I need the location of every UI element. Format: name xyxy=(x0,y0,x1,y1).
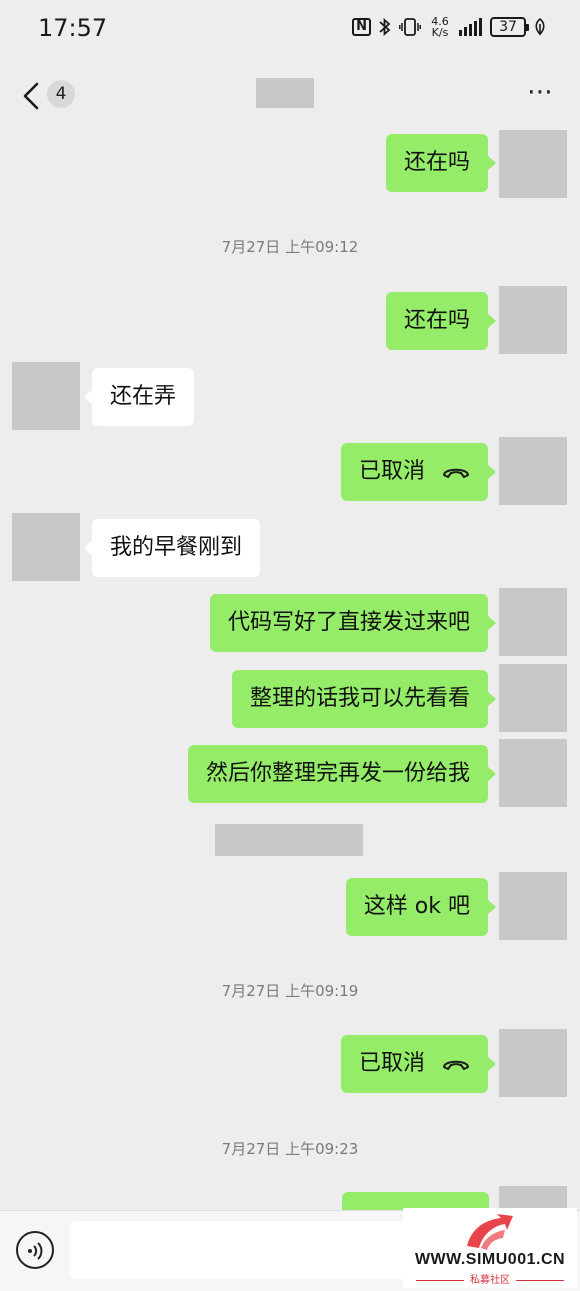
my-avatar[interactable] xyxy=(499,664,567,732)
timestamp: 7月27日 上午09:19 xyxy=(221,982,359,1000)
voice-icon xyxy=(28,1242,43,1260)
my-avatar[interactable] xyxy=(499,1029,567,1097)
call-cancelled-bubble[interactable]: 已取消 xyxy=(340,1035,497,1093)
message-bubble-outgoing[interactable]: 然后你整理完再发一份给我 xyxy=(187,745,497,803)
message-bubble-outgoing[interactable]: 这样 ok 吧 xyxy=(345,878,497,936)
watermark-subtitle: 私募社区 xyxy=(403,1271,577,1286)
message-bubble-outgoing[interactable]: 代码写好了直接发过来吧 xyxy=(209,594,497,652)
my-avatar[interactable] xyxy=(499,130,567,198)
my-avatar[interactable] xyxy=(499,588,567,656)
message-bubble-incoming[interactable]: 还在弄 xyxy=(83,368,195,426)
vibrate-icon xyxy=(399,18,421,36)
network-speed: 4.6 K/s xyxy=(429,16,451,38)
contact-avatar[interactable] xyxy=(12,513,80,581)
nfc-icon: N xyxy=(352,18,371,36)
status-time: 17:57 xyxy=(38,14,108,42)
chevron-left-icon xyxy=(23,82,39,110)
my-avatar[interactable] xyxy=(499,1186,567,1210)
message-bubble-outgoing[interactable]: 还在吗 xyxy=(385,134,497,192)
message-list[interactable]: 还在吗 7月27日 上午09:12 还在吗 还在弄 已取消 我的早餐刚到 代码写… xyxy=(0,130,580,1210)
system-notice-redacted xyxy=(215,824,363,856)
message-bubble-outgoing[interactable]: 还在吗 xyxy=(385,292,497,350)
timestamp: 7月27日 上午09:12 xyxy=(221,238,359,256)
chat-header: 4 ⋯ xyxy=(0,60,580,130)
more-options-button[interactable]: ⋯ xyxy=(527,79,554,105)
bluetooth-icon xyxy=(379,17,391,37)
call-status-text: 已取消 xyxy=(358,1051,425,1076)
my-avatar[interactable] xyxy=(499,739,567,807)
battery-icon: 37 xyxy=(490,17,529,37)
signal-icon xyxy=(459,18,482,36)
message-input[interactable] xyxy=(70,1221,420,1279)
status-icons: N 4.6 K/s 37 xyxy=(352,16,546,38)
voice-input-button[interactable] xyxy=(16,1231,54,1269)
unread-count-badge: 4 xyxy=(47,80,75,108)
hangup-icon xyxy=(443,1060,469,1070)
watermark-site: WWW.SIMU001.CN xyxy=(414,1251,566,1268)
timestamp: 7月27日 上午09:23 xyxy=(221,1140,359,1158)
back-button[interactable] xyxy=(18,80,46,112)
watermark-logo xyxy=(467,1214,513,1250)
call-cancelled-bubble[interactable]: 已取消 xyxy=(340,443,497,501)
my-avatar[interactable] xyxy=(499,286,567,354)
call-status-text: 已取消 xyxy=(358,459,425,484)
my-avatar[interactable] xyxy=(499,437,567,505)
site-watermark: WWW.SIMU001.CN 私募社区 xyxy=(403,1208,577,1288)
status-bar: 17:57 N 4.6 K/s 37 xyxy=(0,0,580,60)
my-avatar[interactable] xyxy=(499,872,567,940)
chat-title-redacted xyxy=(256,78,314,108)
network-speed-unit: K/s xyxy=(431,26,449,39)
contact-avatar[interactable] xyxy=(12,362,80,430)
leaf-icon xyxy=(535,18,545,36)
message-bubble-outgoing[interactable]: 整理的话我可以先看看 xyxy=(231,670,497,728)
hangup-icon xyxy=(443,468,469,478)
message-bubble-incoming[interactable]: 我的早餐刚到 xyxy=(83,519,261,577)
